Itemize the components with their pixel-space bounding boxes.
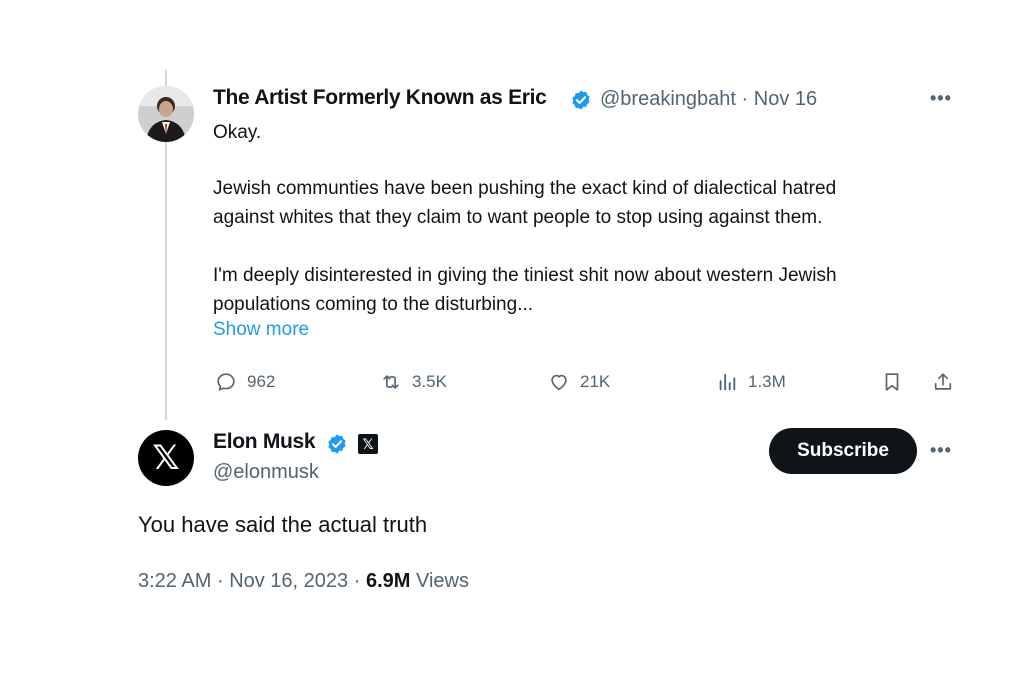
tweet-date[interactable]: Nov 16, 2023: [229, 570, 348, 592]
repost-button[interactable]: 3.5K: [380, 369, 447, 395]
verified-badge-icon: [572, 90, 590, 110]
bookmark-icon: [885, 373, 899, 391]
show-more-link[interactable]: Show more: [213, 319, 309, 341]
verified-badge-icon: [328, 434, 346, 454]
more-icon[interactable]: •••: [930, 88, 952, 109]
tweet-text-line: Okay.: [213, 122, 262, 143]
tweet-text-line: I'm deeply disinterested in giving the t…: [213, 265, 837, 286]
author-name[interactable]: Elon Musk: [213, 430, 316, 454]
like-count: 21K: [580, 372, 611, 391]
heart-icon: [551, 374, 567, 391]
separator: ·: [741, 88, 749, 110]
avatar-photo-icon: [138, 86, 194, 142]
tweet-date[interactable]: Nov 16: [754, 88, 817, 110]
view-count: 6.9M: [365, 570, 411, 592]
reply-icon: [217, 373, 235, 391]
subscribe-button[interactable]: Subscribe: [769, 428, 917, 474]
tweet-text-line: Jewish communties have been pushing the …: [213, 178, 837, 199]
tweet-text: You have said the actual truth: [138, 512, 428, 537]
separator: ·: [216, 570, 224, 592]
author-name[interactable]: The Artist Formerly Known as Eric: [213, 86, 547, 110]
views-button[interactable]: 1.3M: [716, 369, 786, 395]
avatar[interactable]: 𝕏: [138, 430, 194, 486]
reply-button[interactable]: 962: [215, 369, 275, 395]
views-icon: [719, 373, 736, 391]
affiliate-badge-icon[interactable]: 𝕏: [358, 434, 378, 454]
views-label: Views: [416, 570, 469, 592]
like-button[interactable]: 21K: [548, 369, 610, 395]
separator: ·: [353, 570, 361, 592]
repost-count: 3.5K: [412, 372, 447, 391]
x-logo-icon: 𝕏: [152, 438, 180, 478]
more-icon[interactable]: •••: [930, 440, 952, 461]
bookmark-button[interactable]: [881, 369, 913, 395]
avatar[interactable]: [138, 86, 194, 142]
tweet-text-line: populations coming to the disturbing...: [213, 294, 534, 315]
view-count: 1.3M: [748, 372, 786, 391]
tweet-time[interactable]: 3:22 AM: [138, 570, 211, 592]
author-handle[interactable]: @elonmusk: [213, 461, 319, 484]
tweet-metadata: 3:22 AM · Nov 16, 2023 · 6.9M Views: [138, 570, 469, 593]
share-icon: [934, 373, 952, 390]
tweet-thread: The Artist Formerly Known as Eric @break…: [0, 0, 1024, 683]
reply-count: 962: [247, 372, 276, 391]
handle-date: @breakingbaht · Nov 16: [600, 88, 817, 111]
share-button[interactable]: [932, 369, 964, 395]
tweet-text-line: against whites that they claim to want p…: [213, 207, 823, 228]
repost-icon: [383, 375, 399, 389]
author-handle[interactable]: @breakingbaht: [600, 88, 736, 110]
